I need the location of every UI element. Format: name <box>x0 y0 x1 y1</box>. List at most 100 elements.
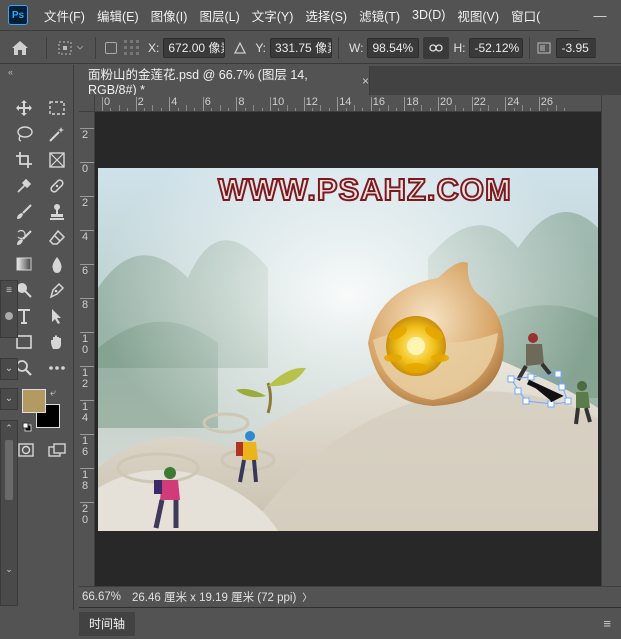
canvas-area[interactable]: WWW.PSAHZ.COM <box>95 112 601 586</box>
crop-icon[interactable] <box>12 149 36 171</box>
transform-reference-icon[interactable] <box>53 40 89 56</box>
ruler-tick-label: 2 0 <box>82 503 89 526</box>
panel-menu-icon[interactable]: ≡ <box>1 285 17 296</box>
reference-point-checkbox[interactable] <box>102 41 120 54</box>
w-label: W: <box>349 40 364 55</box>
ruler-tick-label: 0 <box>82 163 89 175</box>
menu-3d[interactable]: 3D(D) <box>406 8 451 22</box>
ruler-tick <box>80 502 94 503</box>
ruler-minor-tick <box>354 105 355 111</box>
ruler-tick <box>303 97 305 111</box>
gradient-icon[interactable] <box>12 253 36 275</box>
ruler-tick <box>102 97 103 111</box>
app-logo: Ps <box>8 5 28 25</box>
ruler-minor-tick <box>253 105 255 111</box>
menu-layer[interactable]: 图层(L) <box>193 6 245 25</box>
h-field[interactable]: -52.12% <box>469 37 524 58</box>
frame-icon[interactable] <box>45 149 69 171</box>
document-size: 26.46 厘米 x 19.19 厘米 (72 ppi) <box>132 591 297 604</box>
document-tab-bar: 面粉山的金莲花.psd @ 66.7% (图层 14, RGB/8#) * × <box>79 66 621 97</box>
chevron-down-icon: ⌄ <box>4 363 14 374</box>
collapsed-panel-dropdown-2[interactable]: ⌄ <box>0 388 18 410</box>
ruler-tick-label: 24 <box>507 96 520 108</box>
document-tab[interactable]: 面粉山的金莲花.psd @ 66.7% (图层 14, RGB/8#) * × <box>79 66 370 97</box>
ruler-tick-label: 14 <box>339 96 352 108</box>
screen-mode-icon[interactable] <box>45 439 69 461</box>
window-controls: — <box>579 0 621 31</box>
y-field[interactable]: 331.75 像素 <box>270 37 333 58</box>
panel-dot-icon[interactable] <box>5 312 13 320</box>
menu-select[interactable]: 选择(S) <box>299 6 353 25</box>
ruler-tick <box>135 97 137 111</box>
close-icon[interactable]: × <box>362 74 369 88</box>
pen-icon[interactable] <box>45 279 69 301</box>
move-icon[interactable] <box>12 97 36 119</box>
ruler-tick-label: 4 <box>82 231 89 243</box>
ruler-tick-label: 1 6 <box>82 435 89 458</box>
hand-icon[interactable] <box>45 331 69 353</box>
ruler-tick-label: 18 <box>406 96 419 108</box>
ruler-tick-label: 16 <box>372 96 386 108</box>
history-brush-icon[interactable] <box>12 227 36 249</box>
magic-wand-icon[interactable] <box>45 123 69 145</box>
document-image[interactable]: WWW.PSAHZ.COM <box>98 168 598 531</box>
ruler-tick-label: 1 0 <box>82 333 89 356</box>
scroll-down-icon[interactable]: ⌄ <box>1 564 17 575</box>
reference-grid-icon[interactable] <box>120 39 144 57</box>
ruler-tick-label: 10 <box>272 96 285 108</box>
panel-menu-icon[interactable]: ≡ <box>603 616 611 631</box>
options-bar: X: 672.00 像素 Y: 331.75 像素 W: 98.54% H: -… <box>0 32 621 64</box>
default-colors-icon[interactable] <box>22 421 32 432</box>
panel-collapse-icon[interactable]: « <box>0 65 73 79</box>
link-icon[interactable] <box>423 36 450 59</box>
menu-file[interactable]: 文件(F) <box>38 6 91 25</box>
tab-timeline[interactable]: 时间轴 <box>79 611 136 636</box>
ruler-tick-label: 6 <box>82 265 89 277</box>
menu-edit[interactable]: 编辑(E) <box>91 6 145 25</box>
menu-view[interactable]: 视图(V) <box>451 6 505 25</box>
marquee-icon[interactable] <box>45 97 69 119</box>
photoshop-window: Ps 文件(F) 编辑(E) 图像(I) 图层(L) 文字(Y) 选择(S) 滤… <box>0 0 621 639</box>
eyedropper-icon[interactable] <box>12 175 36 197</box>
scroll-up-icon[interactable]: ⌃ <box>1 423 17 434</box>
home-icon[interactable] <box>0 40 40 56</box>
angle-field[interactable]: -3.95 <box>556 37 597 58</box>
menu-image[interactable]: 图像(I) <box>145 6 194 25</box>
collapsed-panel-dropdown-1[interactable]: ⌄ <box>0 358 18 380</box>
brush-icon[interactable] <box>12 201 36 223</box>
ruler-tick <box>80 128 94 129</box>
eraser-icon[interactable] <box>45 227 69 249</box>
swap-colors-icon[interactable]: ⤶ <box>50 387 56 400</box>
status-menu-arrow[interactable]: 〉 <box>302 589 312 604</box>
path-select-icon[interactable] <box>45 305 69 327</box>
ruler-tick <box>236 97 238 111</box>
ruler-tick <box>270 97 271 111</box>
w-field[interactable]: 98.54% <box>367 37 420 58</box>
horizontal-ruler[interactable]: 0 2 4 6 8 10 12 14 16 18 20 22 24 26 <box>95 95 601 112</box>
scroll-thumb[interactable] <box>5 440 13 500</box>
ruler-tick-label: 26 <box>540 96 554 108</box>
timeline-panel: 时间轴 ≡ <box>79 607 621 639</box>
healing-icon[interactable] <box>45 175 69 197</box>
vertical-ruler[interactable]: 2 0 2 4 6 8 1 0 1 2 1 4 1 6 1 8 2 0 <box>79 112 95 586</box>
blur-icon[interactable] <box>45 253 69 275</box>
minimize-button[interactable]: — <box>579 0 621 31</box>
ruler-tick-label: 2 <box>82 197 89 209</box>
zoom-level[interactable]: 66.67% <box>82 591 128 603</box>
lasso-icon[interactable] <box>12 123 36 145</box>
foreground-color-swatch[interactable] <box>22 389 46 413</box>
delta-icon[interactable] <box>229 41 251 54</box>
menu-filter[interactable]: 滤镜(T) <box>353 6 406 25</box>
stamp-icon[interactable] <box>45 201 69 223</box>
more-icon[interactable] <box>45 357 69 379</box>
ruler-tick <box>471 97 473 111</box>
vertical-scrollbar[interactable] <box>601 95 621 586</box>
menu-window[interactable]: 窗口( <box>505 6 546 25</box>
ruler-minor-tick <box>186 105 187 111</box>
ruler-tick-label: 6 <box>204 96 211 108</box>
menu-type[interactable]: 文字(Y) <box>246 6 300 25</box>
x-field[interactable]: 672.00 像素 <box>163 37 226 58</box>
ruler-minor-tick <box>286 105 288 111</box>
ruler-origin[interactable] <box>79 95 95 112</box>
collapsed-panel-strip: ≡ <box>0 280 18 338</box>
